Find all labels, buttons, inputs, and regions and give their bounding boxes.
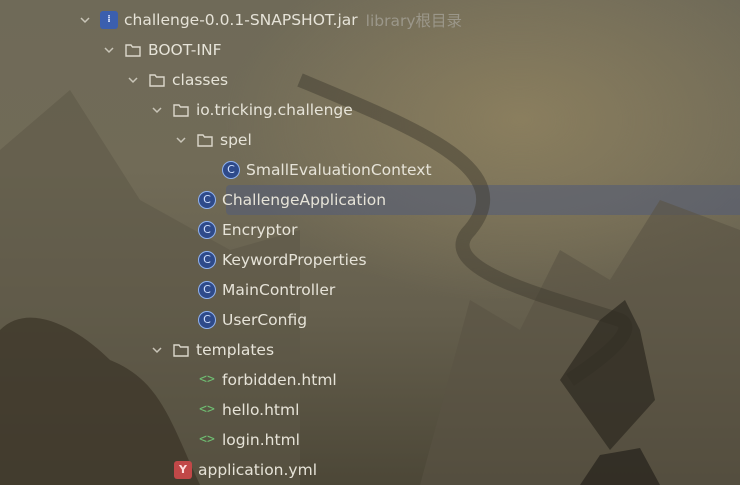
tree-node-spel[interactable]: spel — [174, 125, 252, 155]
tree-node-label: classes — [172, 71, 229, 89]
yaml-icon: Y — [174, 461, 192, 479]
tree-node-label: BOOT-INF — [148, 41, 222, 59]
tree-node-label: login.html — [222, 431, 300, 449]
tree-node-label: forbidden.html — [222, 371, 337, 389]
tree-node-user-config[interactable]: C UserConfig — [198, 305, 307, 335]
chevron-down-icon[interactable] — [150, 343, 164, 357]
tree-node-label: Encryptor — [222, 221, 298, 239]
tree-node-hello-html[interactable]: <> hello.html — [198, 395, 299, 425]
tree-node-classes[interactable]: classes — [126, 65, 228, 95]
folder-icon — [173, 104, 189, 117]
chevron-down-icon[interactable] — [102, 43, 116, 57]
tree-node-encryptor[interactable]: C Encryptor — [198, 215, 297, 245]
tree-node-label: challenge-0.0.1-SNAPSHOT.jar — [124, 11, 358, 29]
class-icon: C — [198, 221, 216, 239]
class-icon: C — [222, 161, 240, 179]
html-icon: <> — [199, 402, 215, 417]
tree-node-jar[interactable]: ⁞ challenge-0.0.1-SNAPSHOT.jar library根目… — [78, 5, 462, 35]
tree-node-label: application.yml — [198, 461, 318, 479]
folder-icon — [125, 44, 141, 57]
tree-node-application-yml[interactable]: Y application.yml — [174, 455, 317, 485]
tree-node-label: KeywordProperties — [222, 251, 367, 269]
tree-node-label: UserConfig — [222, 311, 308, 329]
chevron-down-icon[interactable] — [174, 133, 188, 147]
tree-node-package[interactable]: io.tricking.challenge — [150, 95, 353, 125]
chevron-down-icon[interactable] — [126, 73, 140, 87]
html-icon: <> — [199, 432, 215, 447]
library-root-hint: library根目录 — [365, 12, 463, 30]
jar-icon: ⁞ — [100, 11, 118, 29]
html-icon: <> — [199, 372, 215, 387]
folder-icon — [197, 134, 213, 147]
tree-node-label: SmallEvaluationContext — [246, 161, 432, 179]
tree-node-forbidden-html[interactable]: <> forbidden.html — [198, 365, 337, 395]
tree-node-main-controller[interactable]: C MainController — [198, 275, 335, 305]
tree-node-label: MainController — [222, 281, 336, 299]
tree-node-templates[interactable]: templates — [150, 335, 274, 365]
tree-node-label: templates — [196, 341, 275, 359]
class-icon: C — [198, 191, 216, 209]
class-icon: C — [198, 281, 216, 299]
tree-node-label: io.tricking.challenge — [196, 101, 353, 119]
tree-node-small-evaluation-context[interactable]: C SmallEvaluationContext — [222, 155, 432, 185]
tree-node-label: spel — [220, 131, 252, 149]
class-icon: C — [198, 251, 216, 269]
class-icon: C — [198, 311, 216, 329]
folder-icon — [173, 344, 189, 357]
tree-node-boot-inf[interactable]: BOOT-INF — [102, 35, 221, 65]
tree-node-label: ChallengeApplication — [222, 191, 387, 209]
tree-node-login-html[interactable]: <> login.html — [198, 425, 300, 455]
tree-node-keyword-properties[interactable]: C KeywordProperties — [198, 245, 367, 275]
folder-icon — [149, 74, 165, 87]
project-tree: ⁞ challenge-0.0.1-SNAPSHOT.jar library根目… — [0, 0, 740, 485]
tree-node-label: hello.html — [222, 401, 300, 419]
tree-node-challenge-application[interactable]: C ChallengeApplication — [198, 185, 740, 215]
chevron-down-icon[interactable] — [78, 13, 92, 27]
chevron-down-icon[interactable] — [150, 103, 164, 117]
